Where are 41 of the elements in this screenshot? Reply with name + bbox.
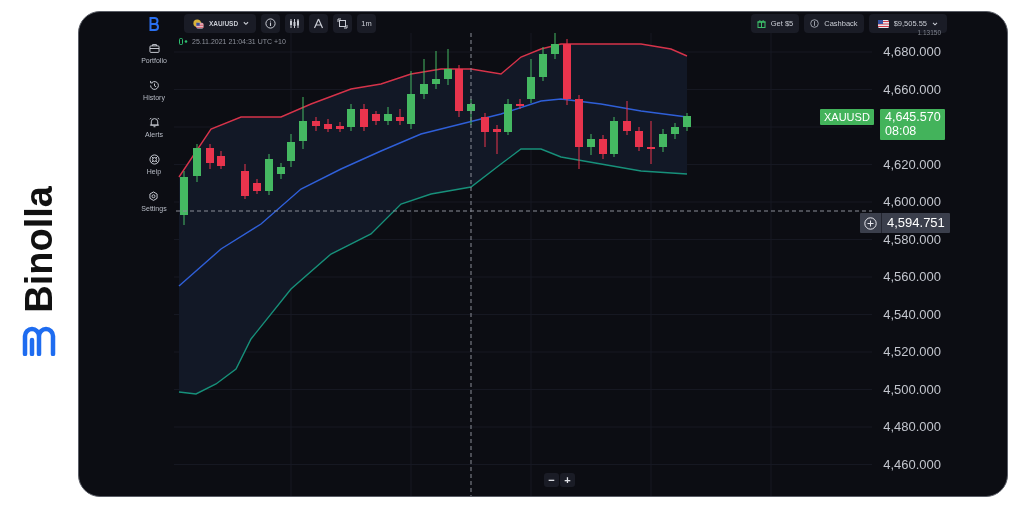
settings-icon (147, 190, 161, 203)
add-circle-icon[interactable] (864, 216, 877, 230)
price-axis-label: 4,480.000 (883, 419, 941, 435)
price-axis-label: 4,620.000 (883, 156, 941, 172)
current-price: 4,645.570 (885, 110, 941, 124)
crosshair-price: 4,594.751 (881, 213, 950, 233)
gift-icon (756, 19, 766, 28)
info-icon (265, 18, 276, 29)
lifebuoy-icon (147, 153, 161, 166)
us-flag-icon (877, 19, 889, 28)
bell-icon (147, 116, 161, 129)
drawing-tools-button[interactable] (309, 14, 328, 33)
price-axis-label: 4,540.000 (883, 306, 941, 322)
price-axis-label: 4,500.000 (883, 381, 941, 397)
price-axis-label: 4,520.000 (883, 344, 941, 360)
layout-button[interactable] (333, 14, 352, 33)
price-axis-label: 4,560.000 (883, 269, 941, 285)
zoom-out-button[interactable]: − (544, 473, 559, 487)
price-axis-label: 4,660.000 (883, 81, 941, 97)
coin-icon (810, 19, 820, 28)
chevron-down-icon (243, 21, 249, 26)
info-button[interactable] (261, 14, 280, 33)
symbol-tag: XAUUSD (820, 109, 874, 125)
zoom-in-button[interactable]: + (560, 473, 575, 487)
candles-icon (289, 18, 300, 29)
briefcase-icon (147, 42, 161, 55)
price-axis-label: 4,460.000 (883, 456, 941, 472)
price-axis-label: 4,580.000 (883, 231, 941, 247)
status-indicator-icon (179, 38, 188, 45)
history-icon (147, 79, 161, 92)
candle-countdown: 08:08 (885, 124, 918, 138)
compass-icon (313, 18, 324, 29)
indicators-button[interactable] (285, 14, 304, 33)
price-axis-label: 4,600.000 (883, 194, 941, 210)
price-axis-label: 4,680.000 (883, 44, 941, 60)
brand-logo-icon (22, 326, 56, 357)
chevron-down-icon (932, 21, 938, 26)
app-logo-icon (149, 17, 159, 31)
frame-arrows-icon (337, 18, 348, 29)
coin-flag-icon (193, 17, 204, 30)
brand-name: Binolla (20, 185, 58, 313)
